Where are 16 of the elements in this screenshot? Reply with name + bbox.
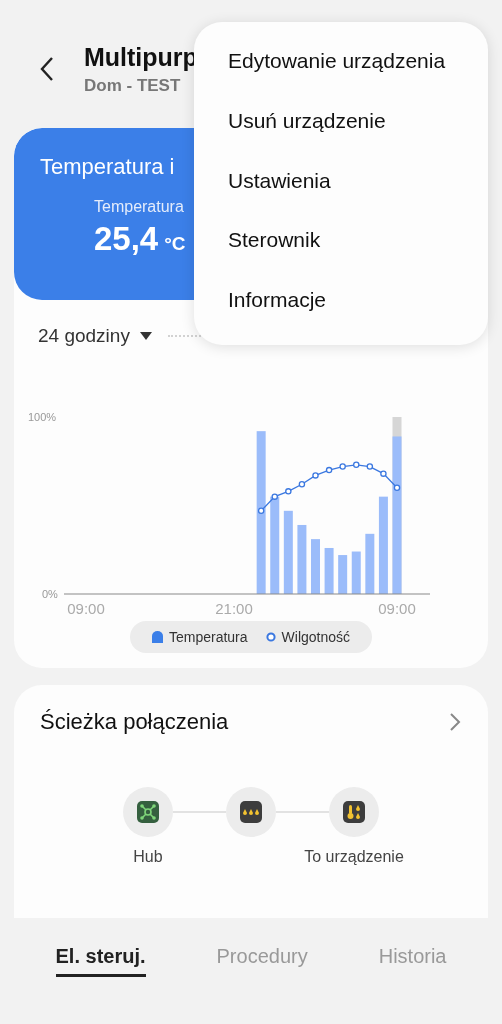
axis-label: 21:00 — [215, 600, 253, 617]
location-label: Dom - TEST — [84, 76, 182, 96]
temperature-value: 25,4 — [94, 220, 159, 258]
axis-label: 100% — [28, 411, 57, 423]
node-label: To urządzenie — [304, 847, 404, 867]
unit-label: °C — [164, 233, 186, 255]
card-title: Temperatura i — [40, 154, 176, 180]
axis-label: 09:00 — [67, 600, 105, 617]
reading-label: Temperatura — [94, 198, 185, 216]
device-title: Multipurp — [84, 42, 198, 72]
node-label: Hub — [132, 847, 164, 867]
axis-label: 0% — [42, 588, 58, 600]
axis-label: 09:00 — [378, 600, 416, 617]
legend-label: Wilgotność — [281, 629, 351, 645]
card-title: Ścieżka połączenia — [40, 709, 229, 735]
legend-label: Temperatura — [168, 629, 248, 645]
